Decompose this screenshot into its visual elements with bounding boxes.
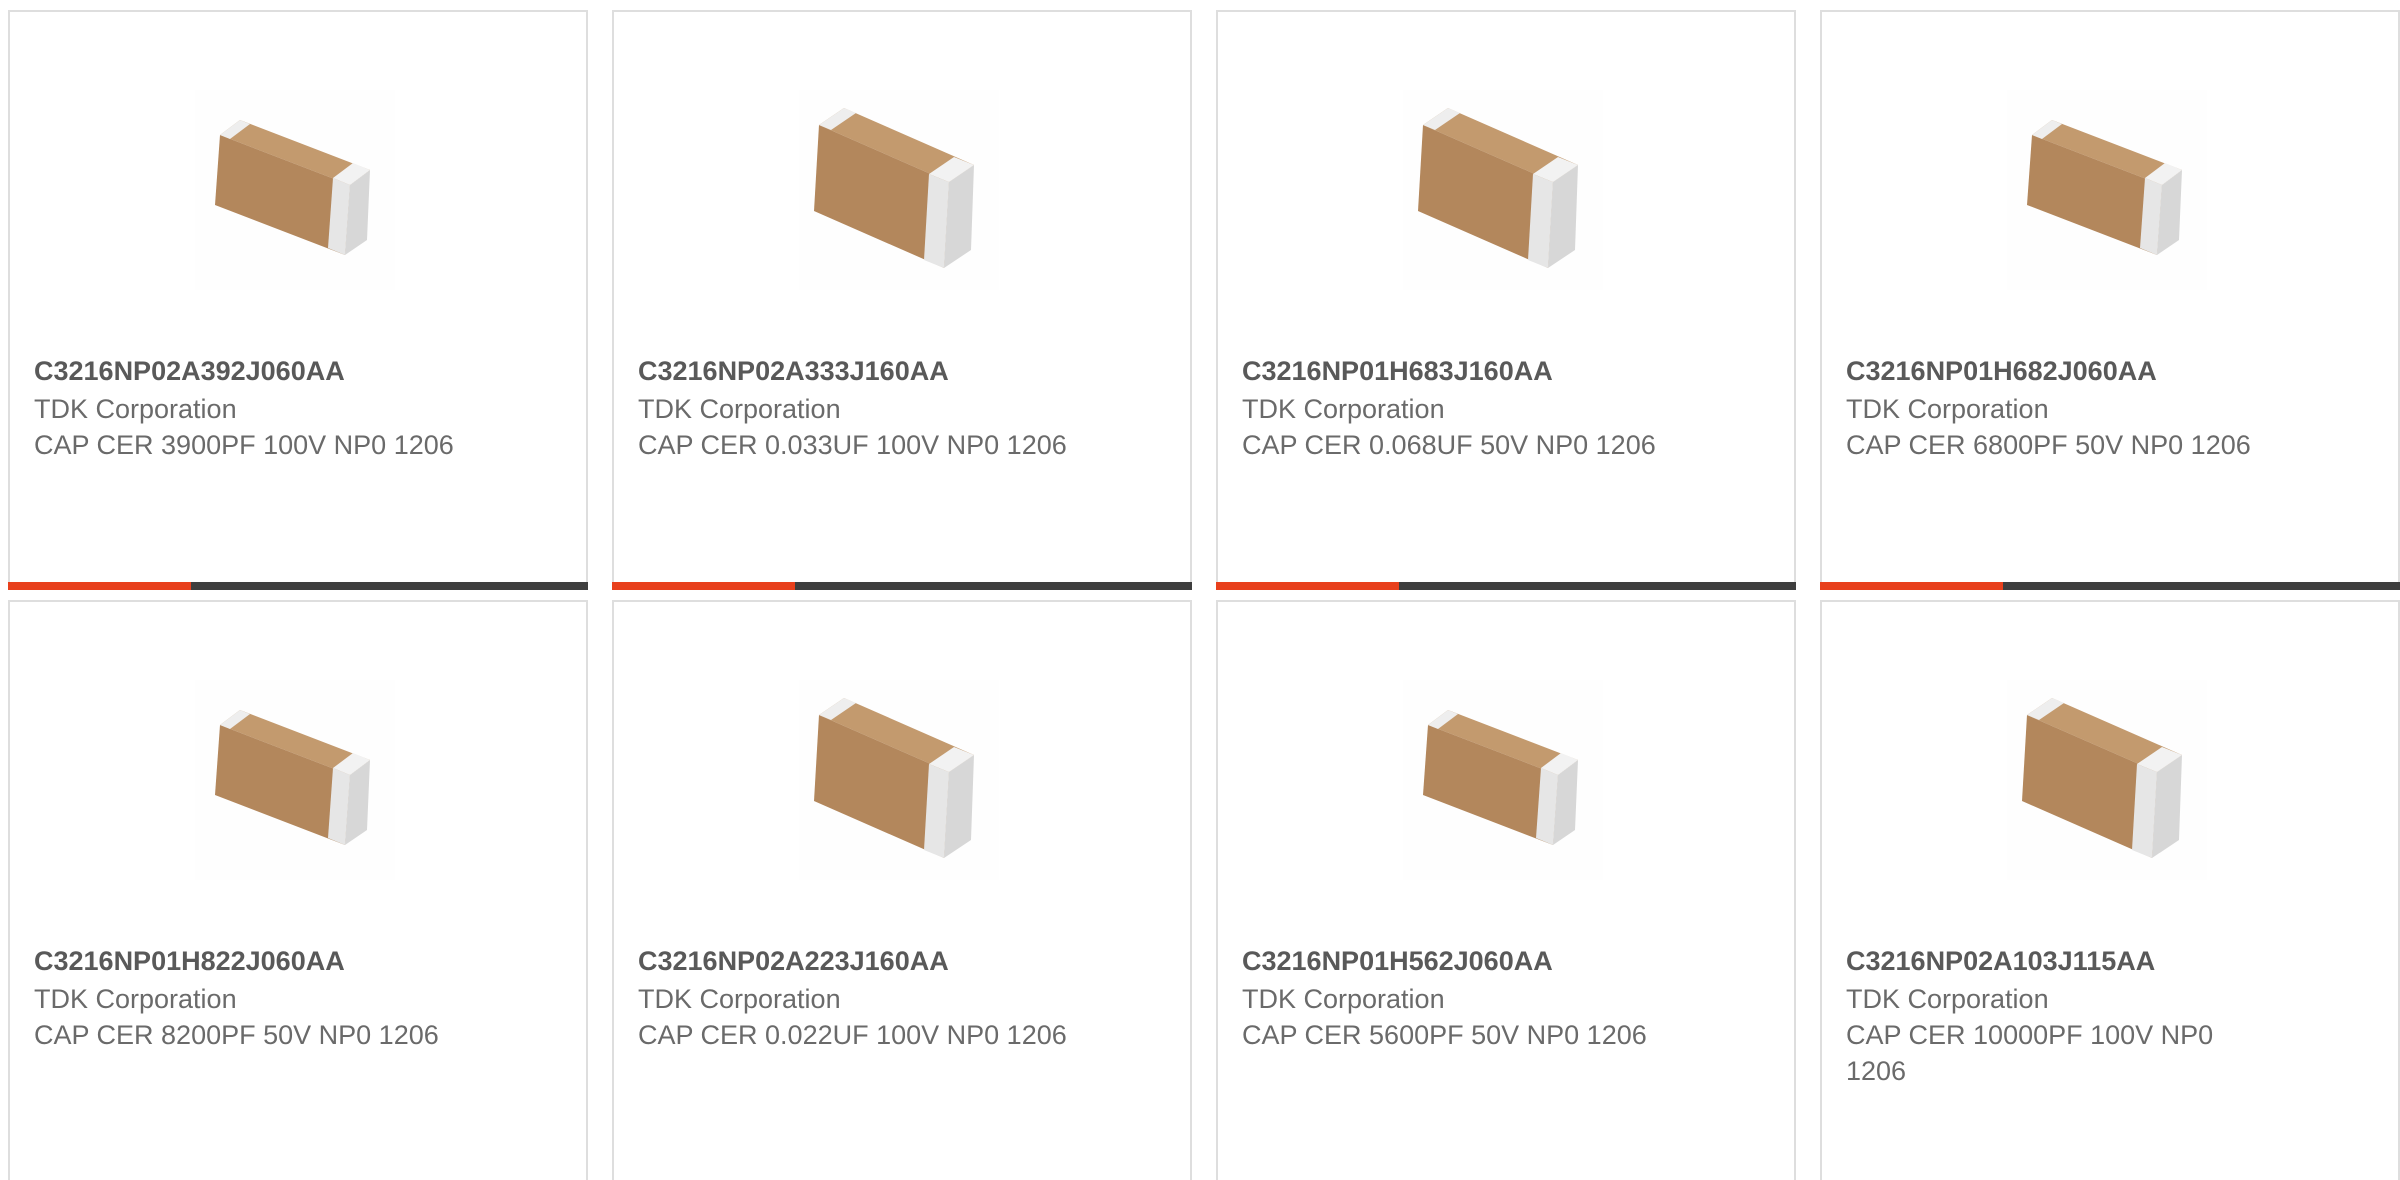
smd-capacitor-icon [814, 108, 974, 268]
card-bottom-bar [1216, 582, 1796, 590]
product-card[interactable]: C3216NP02A392J060AA TDK Corporation CAP … [8, 10, 588, 590]
product-image[interactable] [195, 90, 395, 290]
manufacturer-name: TDK Corporation [1242, 394, 1445, 424]
product-description: CAP CER 8200PF 50V NP0 1206 [34, 1020, 439, 1050]
product-grid: C3216NP02A392J060AA TDK Corporation CAP … [8, 10, 2400, 1180]
product-card[interactable]: C3216NP02A333J160AA TDK Corporation CAP … [612, 10, 1192, 590]
part-number[interactable]: C3216NP01H683J160AA [1242, 353, 1672, 389]
manufacturer-name: TDK Corporation [1846, 394, 2049, 424]
part-number[interactable]: C3216NP01H682J060AA [1846, 353, 2276, 389]
manufacturer-name: TDK Corporation [34, 394, 237, 424]
product-image[interactable] [2007, 680, 2207, 880]
product-card[interactable]: C3216NP01H822J060AA TDK Corporation CAP … [8, 600, 588, 1180]
smd-capacitor-icon [814, 698, 974, 858]
part-number[interactable]: C3216NP02A103J115AA [1846, 943, 2276, 979]
product-image[interactable] [1403, 90, 1603, 290]
product-description: CAP CER 0.022UF 100V NP0 1206 [638, 1020, 1067, 1050]
part-number[interactable]: C3216NP01H822J060AA [34, 943, 464, 979]
part-number[interactable]: C3216NP01H562J060AA [1242, 943, 1672, 979]
product-description: CAP CER 3900PF 100V NP0 1206 [34, 430, 454, 460]
manufacturer-name: TDK Corporation [1846, 984, 2049, 1014]
product-description: CAP CER 6800PF 50V NP0 1206 [1846, 430, 2251, 460]
card-accent-bar [1216, 582, 1399, 590]
part-number[interactable]: C3216NP02A392J060AA [34, 353, 464, 389]
card-bottom-bar [8, 582, 588, 590]
product-card[interactable]: C3216NP02A223J160AA TDK Corporation CAP … [612, 600, 1192, 1180]
part-number[interactable]: C3216NP02A333J160AA [638, 353, 1068, 389]
card-accent-bar [8, 582, 191, 590]
smd-capacitor-icon [215, 710, 370, 845]
manufacturer-name: TDK Corporation [34, 984, 237, 1014]
smd-capacitor-icon [1423, 710, 1578, 845]
product-description: CAP CER 0.033UF 100V NP0 1206 [638, 430, 1067, 460]
product-image[interactable] [195, 680, 395, 880]
smd-capacitor-icon [1418, 108, 1578, 268]
product-image[interactable] [2007, 90, 2207, 290]
smd-capacitor-icon [2027, 120, 2182, 255]
card-accent-bar [612, 582, 795, 590]
card-bottom-bar [1820, 582, 2400, 590]
product-card[interactable]: C3216NP01H562J060AA TDK Corporation CAP … [1216, 600, 1796, 1180]
card-accent-bar [1820, 582, 2003, 590]
card-bottom-bar [612, 582, 1192, 590]
part-number[interactable]: C3216NP02A223J160AA [638, 943, 1068, 979]
product-card[interactable]: C3216NP01H683J160AA TDK Corporation CAP … [1216, 10, 1796, 590]
product-description: CAP CER 10000PF 100V NP0 1206 [1846, 1020, 2214, 1086]
product-card[interactable]: C3216NP01H682J060AA TDK Corporation CAP … [1820, 10, 2400, 590]
product-card[interactable]: C3216NP02A103J115AA TDK Corporation CAP … [1820, 600, 2400, 1180]
smd-capacitor-icon [215, 120, 370, 255]
manufacturer-name: TDK Corporation [638, 394, 841, 424]
product-image[interactable] [1403, 680, 1603, 880]
manufacturer-name: TDK Corporation [1242, 984, 1445, 1014]
product-image[interactable] [799, 90, 999, 290]
smd-capacitor-icon [2022, 698, 2182, 858]
product-image[interactable] [799, 680, 999, 880]
manufacturer-name: TDK Corporation [638, 984, 841, 1014]
product-description: CAP CER 0.068UF 50V NP0 1206 [1242, 430, 1656, 460]
product-description: CAP CER 5600PF 50V NP0 1206 [1242, 1020, 1647, 1050]
